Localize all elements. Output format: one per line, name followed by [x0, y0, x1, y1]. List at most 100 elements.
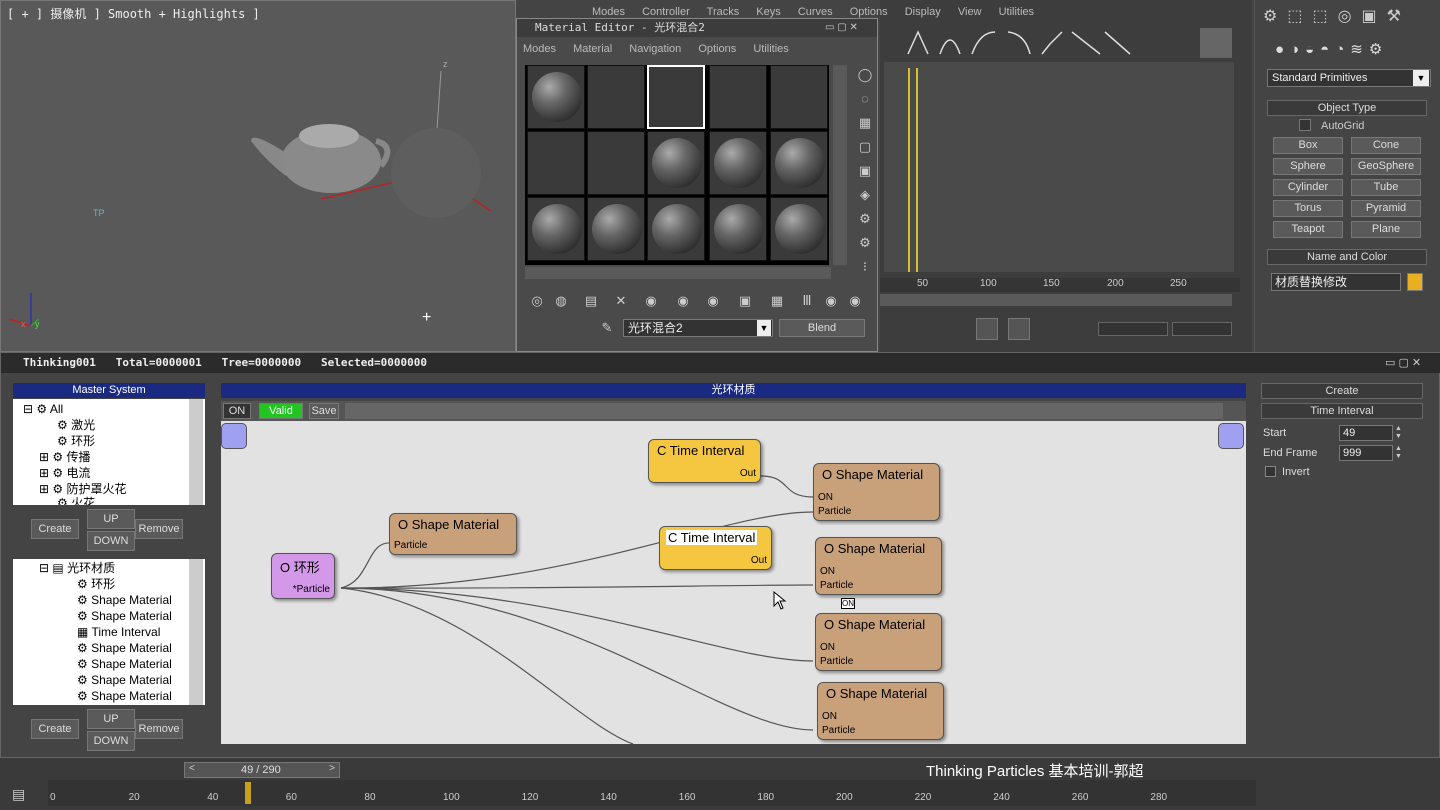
window-controls[interactable]: ▭ ▢ ✕	[825, 22, 875, 35]
make-unique-icon[interactable]: ◉	[673, 291, 693, 311]
on-toggle[interactable]: ON	[223, 403, 251, 419]
eyedropper-icon[interactable]: ✎	[597, 318, 617, 338]
save-button[interactable]: Save	[309, 403, 339, 419]
video-color-icon[interactable]: ▣	[855, 161, 875, 181]
tv-menu-keys[interactable]: Keys	[756, 6, 780, 18]
curve-toolbar[interactable]	[900, 26, 1240, 60]
me-menu-options[interactable]: Options	[698, 43, 736, 55]
tv-menu-options[interactable]: Options	[850, 6, 888, 18]
graph-input-socket[interactable]	[221, 423, 247, 449]
tv-menu-modes[interactable]: Modes	[592, 6, 625, 18]
group-item-sm2[interactable]: ⚙ Shape Material	[77, 608, 172, 624]
track-view[interactable]: Modes Controller Tracks Keys Curves Opti…	[592, 0, 1252, 352]
checker-background-icon[interactable]: ▦	[855, 113, 875, 133]
tv-menu-display[interactable]: Display	[905, 6, 941, 18]
me-menu-modes[interactable]: Modes	[523, 43, 556, 55]
material-id-icon[interactable]: ▣	[735, 291, 755, 311]
object-type-rollout[interactable]: Object Type	[1267, 100, 1427, 116]
group-tree[interactable]: ⊟ ▤ 光环材质 ⚙ 环形 ⚙ Shape Material ⚙ Shape M…	[13, 559, 205, 705]
valid-toggle[interactable]: Valid	[259, 403, 303, 419]
group-item-sm4[interactable]: ⚙ Shape Material	[77, 656, 172, 672]
start-field[interactable]: 49	[1339, 425, 1393, 441]
tv-menu-controller[interactable]: Controller	[642, 6, 690, 18]
slot-14[interactable]	[709, 197, 767, 261]
material-navigator-icon[interactable]: ⁝	[855, 257, 875, 277]
cylinder-button[interactable]: Cylinder	[1273, 179, 1343, 196]
create-button-bottom[interactable]: Create	[31, 719, 79, 739]
me-menu-navigation[interactable]: Navigation	[629, 43, 681, 55]
get-material-icon[interactable]: ◎	[527, 291, 547, 311]
graph-name-field[interactable]	[345, 403, 1223, 419]
end-frame-field[interactable]: 999	[1339, 445, 1393, 461]
group-item-ti[interactable]: ▦ Time Interval	[77, 624, 160, 640]
graph-output-socket[interactable]	[1218, 423, 1244, 449]
group-item-halo[interactable]: ⊟ ▤ 光环材质	[39, 560, 115, 576]
slot-12[interactable]	[587, 197, 645, 261]
create-rollout[interactable]: Create	[1261, 383, 1423, 399]
up-button-top[interactable]: UP	[87, 509, 135, 529]
me-menu-utilities[interactable]: Utilities	[753, 43, 788, 55]
reset-icon[interactable]: ✕	[611, 291, 631, 311]
sample-uv-icon[interactable]: ▢	[855, 137, 875, 157]
slot-9[interactable]	[709, 131, 767, 195]
node-shape-material-3[interactable]: O Shape Material ON Particle	[815, 537, 942, 595]
object-color-swatch[interactable]	[1407, 273, 1423, 291]
node-shape-material-1[interactable]: O Shape Material Particle	[389, 513, 517, 555]
autogrid-checkbox[interactable]	[1299, 119, 1311, 131]
group-item-ring[interactable]: ⚙ 环形	[77, 576, 115, 592]
node-ring[interactable]: O 环形 *Particle	[271, 553, 335, 599]
track-bar-icon[interactable]: ▤	[12, 786, 30, 804]
show-map-icon[interactable]: ▦	[767, 291, 787, 311]
command-panel[interactable]: ⚙⬚⬚◎▣⚒ ●◑◒◓◔≋⚙ Standard Primitives ▼ Obj…	[1254, 0, 1440, 352]
object-name-field[interactable]: 材质替换修改	[1271, 273, 1401, 291]
invert-checkbox[interactable]	[1265, 466, 1276, 477]
tree-item-ring[interactable]: ⚙ 环形	[57, 433, 95, 449]
assign-to-selection-icon[interactable]: ▤	[581, 291, 601, 311]
down-button-top[interactable]: DOWN	[87, 531, 135, 551]
create-button-top[interactable]: Create	[31, 519, 79, 539]
slot-2[interactable]	[587, 65, 645, 129]
start-spinner-icon[interactable]: ▲ ▼	[1395, 425, 1405, 441]
teapot-button[interactable]: Teapot	[1273, 221, 1343, 238]
backlight-icon[interactable]: ◌	[855, 89, 875, 109]
go-to-parent-icon[interactable]: ◉	[821, 291, 841, 311]
geosphere-button[interactable]: GeoSphere	[1351, 158, 1421, 175]
time-slider[interactable]: < 49 / 290 >	[184, 762, 340, 778]
select-by-material-icon[interactable]: ⚙	[855, 233, 875, 253]
slot-6[interactable]	[527, 131, 585, 195]
node-shape-material-4[interactable]: O Shape Material ON Particle	[815, 613, 942, 671]
prev-frame-icon[interactable]: <	[189, 763, 195, 774]
tree-item-laser[interactable]: ⚙ 激光	[57, 417, 95, 433]
remove-button-top[interactable]: Remove	[135, 519, 183, 539]
go-forward-icon[interactable]: ◉	[845, 291, 865, 311]
tube-button[interactable]: Tube	[1351, 179, 1421, 196]
put-to-scene-icon[interactable]: ◍	[551, 291, 571, 311]
material-name-dropdown-icon[interactable]: ▼	[757, 320, 771, 336]
primitives-dropdown-icon[interactable]: ▼	[1413, 70, 1429, 86]
group-item-sm6[interactable]: ⚙ Shape Material	[77, 688, 172, 704]
material-slots[interactable]	[525, 65, 829, 265]
group-tree-scroll[interactable]	[189, 559, 203, 705]
slot-4[interactable]	[709, 65, 767, 129]
me-menu-material[interactable]: Material	[573, 43, 612, 55]
slot-15[interactable]	[770, 197, 828, 261]
show-end-result-icon[interactable]: Ⅲ	[797, 291, 817, 311]
options-icon[interactable]: ⚙	[855, 209, 875, 229]
tree-item-spark[interactable]: ⚙ 火花	[57, 495, 95, 505]
tv-menu-tracks[interactable]: Tracks	[707, 6, 740, 18]
end-frame-spinner-icon[interactable]: ▲ ▼	[1395, 445, 1405, 461]
master-tree-scroll[interactable]	[189, 399, 203, 505]
slot-10[interactable]	[770, 131, 828, 195]
node-graph[interactable]: O 环形 *Particle O Shape Material Particle…	[221, 421, 1246, 744]
group-item-sm3[interactable]: ⚙ Shape Material	[77, 640, 172, 656]
torus-button[interactable]: Torus	[1273, 200, 1343, 217]
slots-vscroll[interactable]	[833, 65, 847, 265]
tv-menu-utilities[interactable]: Utilities	[999, 6, 1034, 18]
side-tools[interactable]: ◯ ◌ ▦ ▢ ▣ ◈ ⚙ ⚙ ⁝	[853, 65, 877, 275]
material-editor-window[interactable]: Material Editor - 光环混合2 ▭ ▢ ✕ Modes Mate…	[516, 18, 878, 352]
material-type-button[interactable]: Blend	[779, 319, 865, 337]
primitives-dropdown[interactable]: Standard Primitives	[1267, 69, 1431, 87]
time-interval-rollout[interactable]: Time Interval	[1261, 403, 1423, 419]
timeline[interactable]: < 49 / 290 > Thinking Particles 基本培训-郭超 …	[0, 758, 1440, 810]
material-name-field[interactable]: 光环混合2	[623, 319, 773, 337]
